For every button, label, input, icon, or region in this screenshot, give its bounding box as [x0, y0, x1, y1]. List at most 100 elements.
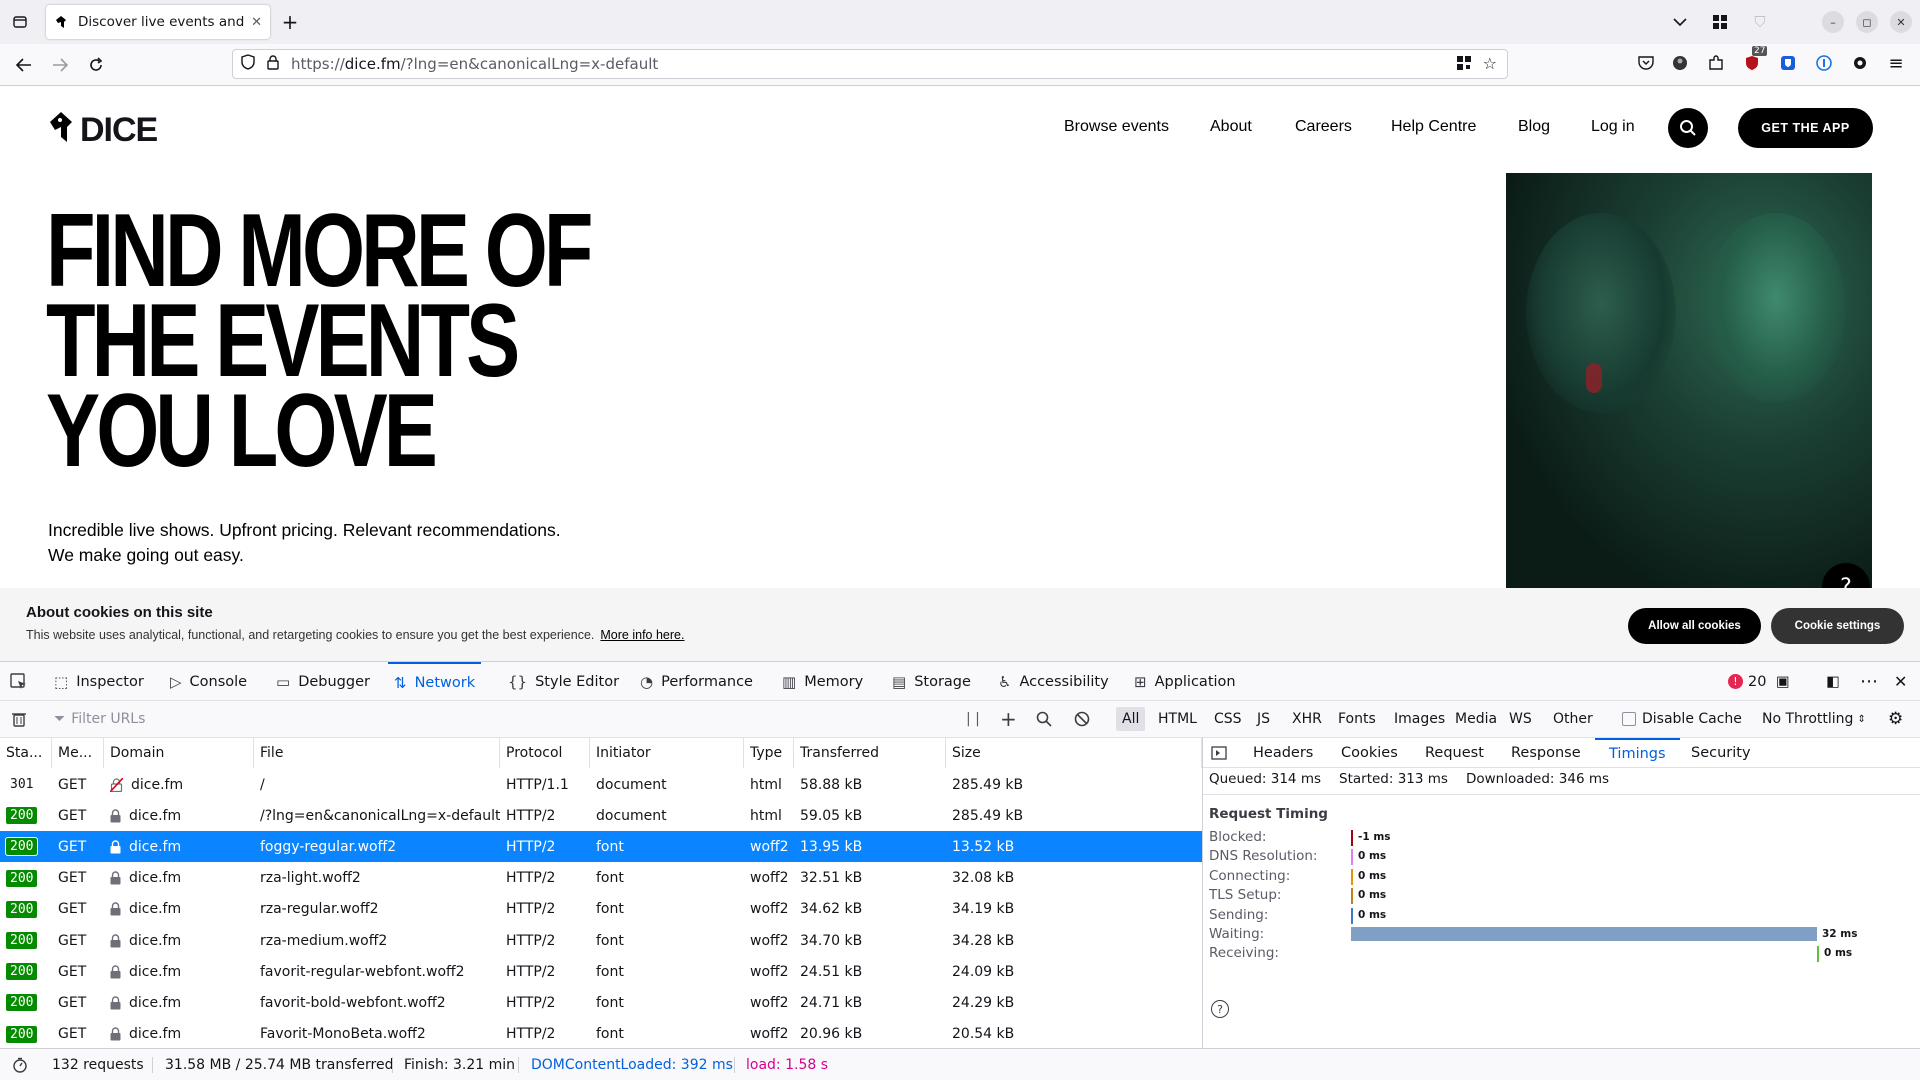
back-arrow-icon[interactable]: [10, 51, 38, 79]
table-row[interactable]: 200 GET dice.fm favorit-bold-webfont.woff2 H…: [0, 987, 1202, 1018]
filter-fonts[interactable]: Fonts: [1338, 701, 1376, 737]
nav-browse-events[interactable]: Browse events: [1064, 118, 1169, 136]
col-initiator[interactable]: Initiator: [590, 738, 744, 768]
extensions-grid-icon[interactable]: [1706, 8, 1734, 36]
filter-all[interactable]: All: [1116, 707, 1146, 731]
allow-all-cookies-button[interactable]: Allow all cookies: [1628, 608, 1761, 644]
help-question-icon[interactable]: ?: [1211, 1000, 1229, 1018]
dice-logo[interactable]: DICE: [48, 110, 158, 151]
add-icon[interactable]: +: [1000, 701, 1017, 737]
col-domain[interactable]: Domain: [104, 738, 254, 768]
onepassword-icon[interactable]: [1812, 51, 1836, 75]
bitwarden-icon[interactable]: [1776, 51, 1800, 75]
col-size[interactable]: Size: [946, 738, 1202, 768]
gear-extension-icon[interactable]: [1848, 51, 1872, 75]
reload-icon[interactable]: [82, 51, 110, 79]
browser-tab[interactable]: Discover live events and ✕: [46, 5, 270, 39]
bookmark-star-icon[interactable]: ☆: [1483, 54, 1497, 73]
pocket-icon[interactable]: [1634, 51, 1658, 75]
forward-arrow-icon[interactable]: [46, 51, 74, 79]
close-tab-icon[interactable]: ✕: [251, 15, 262, 30]
throttling-select[interactable]: No Throttling ⇕: [1762, 701, 1866, 737]
tab-application[interactable]: ⊞ Application: [1134, 662, 1236, 701]
table-row[interactable]: 200 GET dice.fm foggy-regular.woff2 HTTP/2 fo…: [0, 831, 1202, 863]
tab-style-editor[interactable]: {} Style Editor: [508, 662, 619, 701]
tab-storage[interactable]: ▤ Storage: [892, 662, 971, 701]
table-row[interactable]: 200 GET dice.fm rza-medium.woff2 HTTP/2 font w…: [0, 925, 1202, 956]
more-options-icon[interactable]: ⋯: [1860, 662, 1878, 701]
table-row[interactable]: 200 GET dice.fm /?lng=en&canonicalLng=x-def…: [0, 800, 1202, 831]
puzzle-extension-icon[interactable]: [1704, 51, 1728, 75]
side-tab-security[interactable]: Security: [1691, 738, 1751, 768]
tab-inspector[interactable]: ⬚ Inspector: [54, 662, 144, 701]
side-tab-headers[interactable]: Headers: [1253, 738, 1313, 768]
clear-trash-icon[interactable]: [12, 701, 26, 737]
tab-debugger[interactable]: ▭ Debugger: [276, 662, 370, 701]
tab-memory[interactable]: ▥ Memory: [782, 662, 863, 701]
tab-console[interactable]: ▷ Console: [170, 662, 247, 701]
search-requests-icon[interactable]: [1036, 701, 1052, 737]
filter-html[interactable]: HTML: [1158, 701, 1197, 737]
filter-xhr[interactable]: XHR: [1292, 701, 1322, 737]
nav-log-in[interactable]: Log in: [1591, 118, 1635, 136]
pause-icon[interactable]: | |: [966, 701, 980, 737]
col-method[interactable]: Me...: [52, 738, 104, 768]
filter-other[interactable]: Other: [1553, 701, 1593, 737]
network-settings-gear-icon[interactable]: ⚙: [1888, 701, 1903, 737]
cookie-more-info-link[interactable]: More info here.: [600, 628, 684, 642]
tab-accessibility[interactable]: ♿ Accessibility: [998, 662, 1109, 701]
url-bar[interactable]: https://dice.fm/?lng=en&canonicalLng=x-d…: [232, 49, 1508, 79]
col-transferred[interactable]: Transferred: [794, 738, 946, 768]
qr-code-icon[interactable]: [1457, 56, 1471, 74]
table-row[interactable]: 200 GET dice.fm favorit-regular-webfont.wof…: [0, 956, 1202, 987]
maximize-button[interactable]: ◻: [1856, 11, 1878, 33]
col-type[interactable]: Type: [744, 738, 794, 768]
account-icon[interactable]: [1668, 51, 1692, 75]
filter-urls-input[interactable]: ⏷ Filter URLs: [54, 701, 145, 737]
close-devtools-icon[interactable]: ✕: [1894, 662, 1907, 701]
error-count[interactable]: ! 20: [1728, 662, 1766, 701]
tab-list-icon[interactable]: [6, 8, 34, 36]
cookie-settings-button[interactable]: Cookie settings: [1771, 608, 1904, 644]
nav-about[interactable]: About: [1210, 118, 1252, 136]
table-row[interactable]: 200 GET dice.fm rza-regular.woff2 HTTP/2 font…: [0, 894, 1202, 925]
get-the-app-button[interactable]: GET THE APP: [1738, 108, 1873, 148]
lock-icon[interactable]: [267, 54, 281, 74]
filter-media[interactable]: Media: [1455, 701, 1497, 737]
shield-icon[interactable]: ⛉: [1746, 8, 1774, 36]
block-requests-icon[interactable]: [1074, 701, 1090, 737]
filter-ws[interactable]: WS: [1509, 701, 1532, 737]
minimize-button[interactable]: –: [1822, 11, 1844, 33]
new-tab-icon[interactable]: +: [276, 8, 304, 36]
tab-performance[interactable]: ◔ Performance: [640, 662, 753, 701]
col-protocol[interactable]: Protocol: [500, 738, 590, 768]
side-tab-response[interactable]: Response: [1511, 738, 1581, 768]
col-status[interactable]: Sta...: [0, 738, 52, 768]
disable-cache-checkbox[interactable]: Disable Cache: [1622, 701, 1742, 737]
table-row[interactable]: 200 GET dice.fm Favorit-MonoBeta.woff2 HTTP/…: [0, 1019, 1202, 1048]
element-picker-icon[interactable]: [10, 662, 28, 701]
side-tab-timings[interactable]: Timings: [1595, 738, 1680, 768]
toggle-sidebar-icon[interactable]: [1211, 738, 1227, 768]
stopwatch-icon[interactable]: [12, 1049, 28, 1080]
table-row[interactable]: 301 GET dice.fm / HTTP/1.1 document html 58.88 …: [0, 769, 1202, 800]
site-search-button[interactable]: [1668, 108, 1708, 148]
side-tab-request[interactable]: Request: [1425, 738, 1484, 768]
close-window-button[interactable]: ✕: [1890, 11, 1912, 33]
nav-careers[interactable]: Careers: [1295, 118, 1352, 136]
filter-css[interactable]: CSS: [1214, 701, 1242, 737]
help-chat-icon[interactable]: ?: [1822, 563, 1870, 588]
table-row[interactable]: 200 GET dice.fm rza-light.woff2 HTTP/2 font wo…: [0, 863, 1202, 894]
hamburger-menu-icon[interactable]: ≡: [1884, 51, 1908, 75]
ublock-icon[interactable]: 27: [1740, 46, 1768, 75]
tracking-shield-icon[interactable]: [241, 54, 257, 74]
col-file[interactable]: File: [254, 738, 500, 768]
filter-images[interactable]: Images: [1394, 701, 1445, 737]
side-tab-cookies[interactable]: Cookies: [1341, 738, 1398, 768]
dock-toggle-icon[interactable]: ◧: [1826, 662, 1840, 701]
chevron-down-icon[interactable]: [1666, 8, 1694, 36]
nav-help-centre[interactable]: Help Centre: [1391, 118, 1476, 136]
responsive-design-icon[interactable]: ▣: [1776, 662, 1790, 701]
tab-network[interactable]: ⇅ Network: [388, 662, 482, 701]
filter-js[interactable]: JS: [1257, 701, 1270, 737]
